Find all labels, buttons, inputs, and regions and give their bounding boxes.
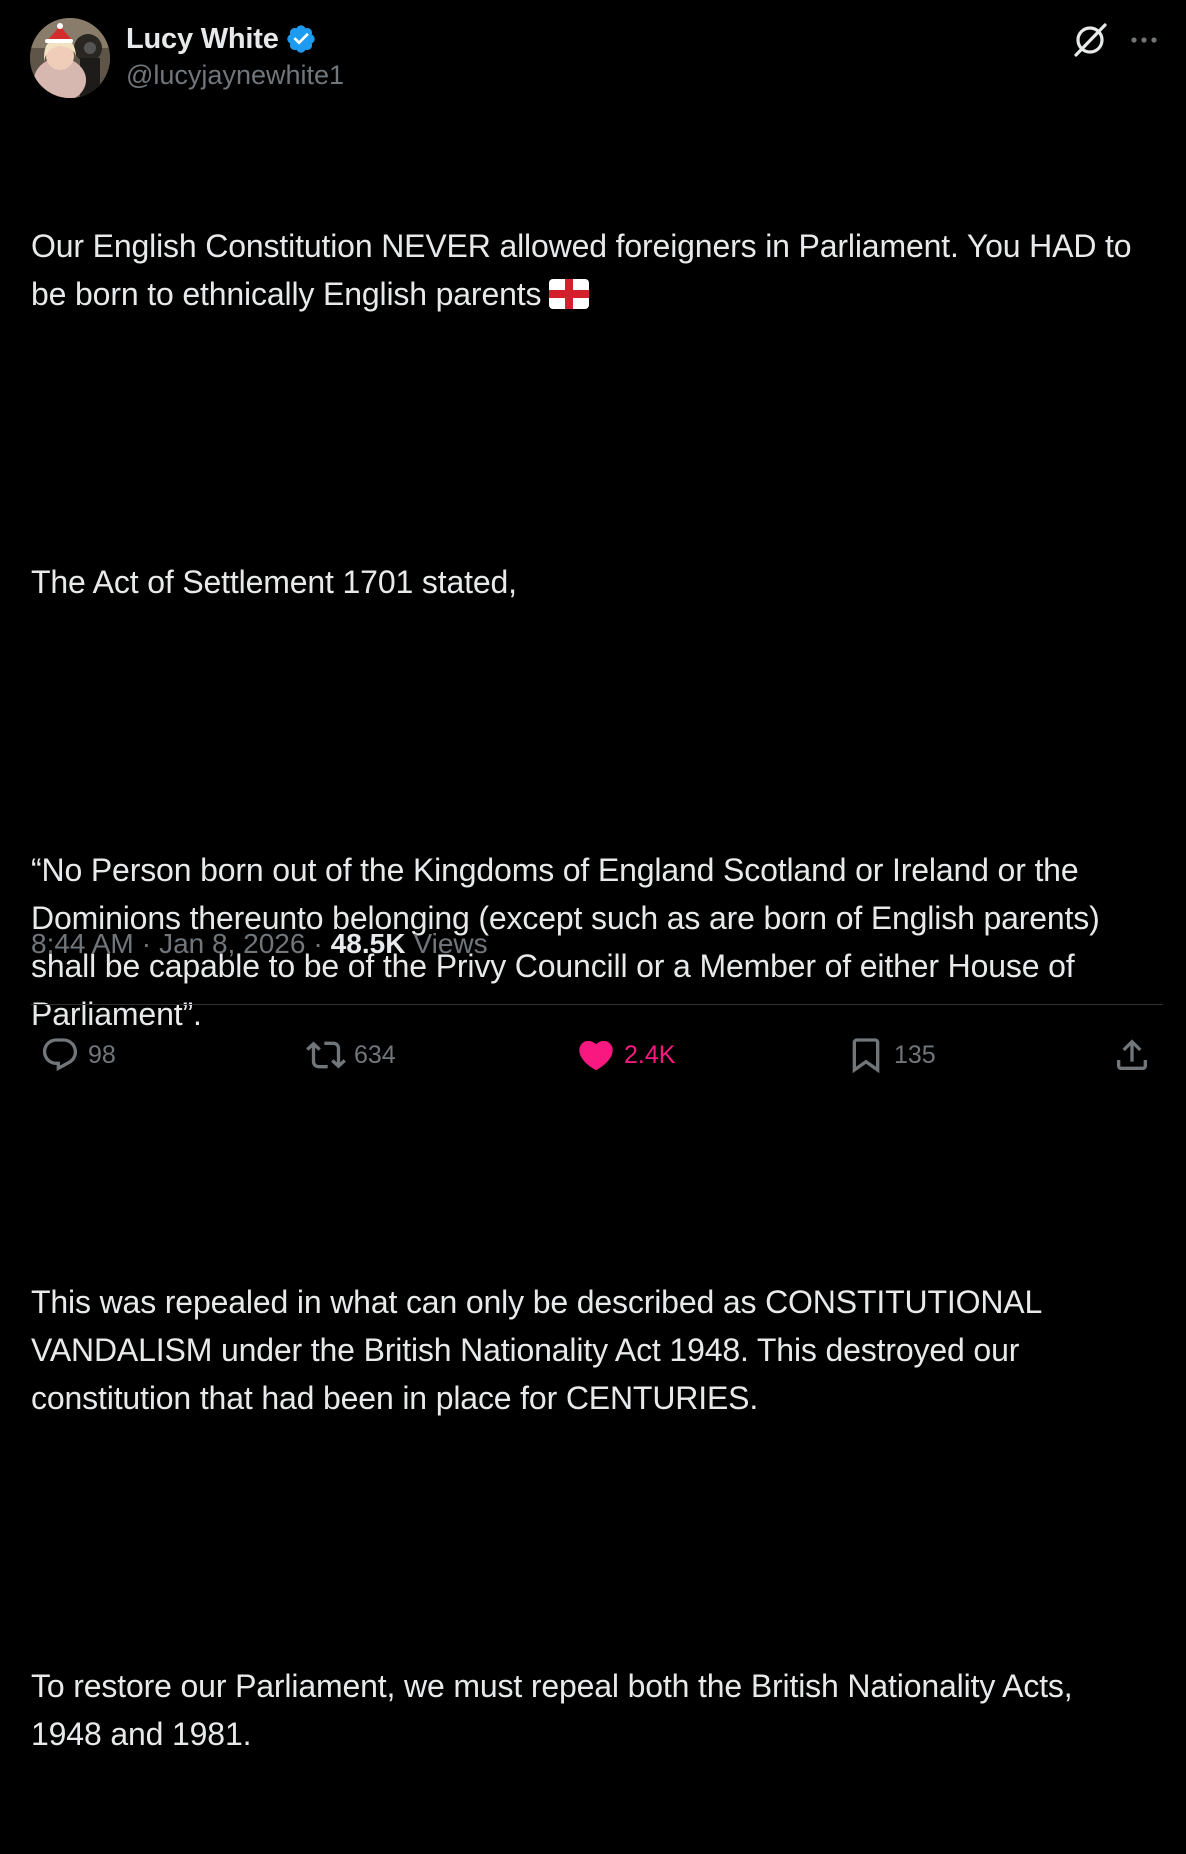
bookmark-icon <box>852 1038 880 1074</box>
grok-icon[interactable] <box>1070 20 1110 60</box>
verified-badge-icon[interactable] <box>285 23 317 55</box>
like-button[interactable]: 2.4K <box>576 1030 675 1080</box>
reply-icon <box>42 1038 78 1072</box>
like-count: 2.4K <box>624 1040 676 1069</box>
tweet-time[interactable]: 8:44 AM <box>31 928 134 960</box>
bookmark-button[interactable]: 135 <box>846 1030 936 1080</box>
reply-count: 98 <box>88 1040 116 1069</box>
reply-button[interactable]: 98 <box>40 1030 116 1080</box>
tweet-paragraph: Our English Constitution NEVER allowed f… <box>31 222 1151 318</box>
share-icon <box>1117 1039 1147 1070</box>
tweet: Lucy White @lucyjaynewhite1 Our English … <box>0 0 1186 1752</box>
author-name-row: Lucy White <box>126 20 317 58</box>
bookmark-count: 135 <box>894 1040 936 1069</box>
more-options-icon[interactable] <box>1128 24 1160 56</box>
tweet-meta: 8:44 AM · Jan 8, 2026 · 48.5K Views <box>31 928 488 960</box>
repost-icon <box>306 1041 346 1069</box>
heart-filled-icon <box>579 1040 613 1071</box>
divider <box>31 1004 1163 1005</box>
tweet-text: Our English Constitution NEVER allowed f… <box>31 126 1151 1854</box>
views-count[interactable]: 48.5K <box>331 928 406 960</box>
author-handle[interactable]: @lucyjaynewhite1 <box>126 60 344 91</box>
repost-button[interactable]: 634 <box>306 1030 396 1080</box>
avatar-image <box>30 18 110 98</box>
england-flag-icon <box>549 274 590 309</box>
author-display-name[interactable]: Lucy White <box>126 23 279 56</box>
views-label: Views <box>413 928 488 959</box>
tweet-paragraph: The Act of Settlement 1701 stated, <box>31 564 517 600</box>
meta-separator: · <box>313 928 323 959</box>
tweet-paragraph: This was repealed in what can only be de… <box>31 1284 1050 1416</box>
action-bar: 98 634 2.4K 135 <box>0 1030 1186 1080</box>
share-button[interactable] <box>1112 1030 1152 1080</box>
meta-separator: · <box>141 928 152 959</box>
avatar[interactable] <box>30 18 110 98</box>
repost-count: 634 <box>354 1040 396 1069</box>
tweet-paragraph: To restore our Parliament, we must repea… <box>31 1668 1082 1752</box>
tweet-date[interactable]: Jan 8, 2026 <box>159 928 305 960</box>
